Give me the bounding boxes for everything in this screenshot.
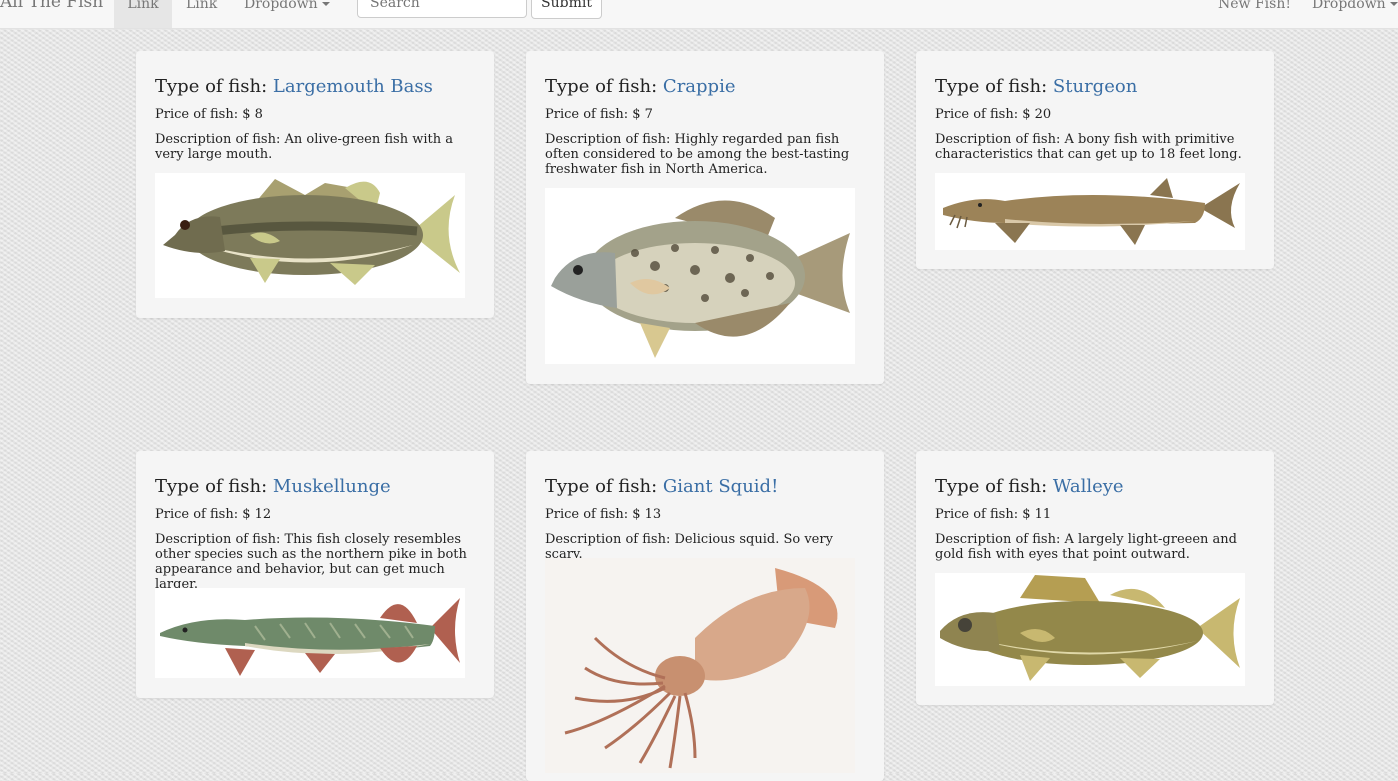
- nav-dropdown[interactable]: Dropdown: [244, 0, 330, 28]
- price-value: 8: [254, 107, 263, 122]
- fish-card: Type of fish: Largemouth Bass Price of f…: [136, 51, 494, 318]
- fish-name-link[interactable]: Muskellunge: [273, 476, 391, 497]
- fish-card: Type of fish: Walleye Price of fish: $ 1…: [916, 451, 1274, 705]
- fish-card: Type of fish: Crappie Price of fish: $ 7…: [526, 51, 884, 384]
- nav-dropdown-label: Dropdown: [244, 0, 318, 12]
- fish-description: Description of fish: A bony fish with pr…: [935, 132, 1255, 162]
- fish-description: Description of fish: This fish closely r…: [155, 532, 475, 592]
- fish-title: Type of fish: Muskellunge: [155, 476, 391, 497]
- fish-image: [545, 188, 855, 364]
- fish-price: Price of fish: $ 11: [935, 507, 1051, 522]
- fish-name-link[interactable]: Crappie: [663, 76, 736, 97]
- fish-name-link[interactable]: Giant Squid!: [663, 476, 778, 497]
- nav-link-2[interactable]: Link: [186, 0, 217, 28]
- crappie-illustration: [551, 200, 850, 358]
- right-dropdown[interactable]: Dropdown: [1312, 0, 1398, 28]
- fish-description: Description of fish: A largely light-gre…: [935, 532, 1255, 562]
- fish-image: [155, 173, 465, 298]
- squid-illustration: [564, 568, 838, 769]
- brand-link[interactable]: All The Fish: [0, 0, 103, 26]
- price-label: Price of fish: $: [935, 107, 1035, 122]
- largemouth-bass-illustration: [163, 179, 460, 285]
- type-label: Type of fish:: [935, 76, 1053, 97]
- fish-price: Price of fish: $ 12: [155, 507, 271, 522]
- fish-image: [155, 588, 465, 678]
- caret-down-icon: [321, 2, 330, 6]
- price-value: 12: [254, 507, 272, 522]
- sturgeon-illustration: [943, 178, 1240, 245]
- price-value: 7: [644, 107, 653, 122]
- price-label: Price of fish: $: [545, 107, 645, 122]
- fish-image: [935, 173, 1245, 250]
- price-value: 11: [1034, 507, 1052, 522]
- price-label: Price of fish: $: [155, 507, 255, 522]
- fish-image: [545, 558, 855, 773]
- navbar: All The Fish Link Link Dropdown Submit N…: [0, 0, 1398, 29]
- submit-button[interactable]: Submit: [531, 0, 602, 19]
- desc-label: Description of fish:: [155, 132, 285, 147]
- muskellunge-illustration: [160, 598, 460, 676]
- price-label: Price of fish: $: [545, 507, 645, 522]
- price-value: 13: [644, 507, 662, 522]
- price-label: Price of fish: $: [935, 507, 1035, 522]
- fish-price: Price of fish: $ 13: [545, 507, 661, 522]
- fish-description: Description of fish: An olive-green fish…: [155, 132, 475, 162]
- right-dropdown-label: Dropdown: [1312, 0, 1386, 12]
- desc-label: Description of fish:: [545, 132, 675, 147]
- fish-card: Type of fish: Sturgeon Price of fish: $ …: [916, 51, 1274, 269]
- fish-card: Type of fish: Muskellunge Price of fish:…: [136, 451, 494, 698]
- desc-label: Description of fish:: [935, 132, 1065, 147]
- fish-title: Type of fish: Crappie: [545, 76, 735, 97]
- fish-price: Price of fish: $ 7: [545, 107, 653, 122]
- fish-name-link[interactable]: Sturgeon: [1053, 76, 1137, 97]
- type-label: Type of fish:: [545, 76, 663, 97]
- fish-price: Price of fish: $ 20: [935, 107, 1051, 122]
- fish-title: Type of fish: Sturgeon: [935, 76, 1137, 97]
- fish-title: Type of fish: Largemouth Bass: [155, 76, 433, 97]
- fish-name-link[interactable]: Walleye: [1053, 476, 1124, 497]
- search-input[interactable]: [357, 0, 527, 18]
- desc-label: Description of fish:: [155, 532, 285, 547]
- fish-image: [935, 573, 1245, 686]
- price-value: 20: [1034, 107, 1052, 122]
- fish-description: Description of fish: Highly regarded pan…: [545, 132, 865, 177]
- type-label: Type of fish:: [935, 476, 1053, 497]
- fish-price: Price of fish: $ 8: [155, 107, 263, 122]
- walleye-illustration: [940, 575, 1240, 681]
- desc-label: Description of fish:: [935, 532, 1065, 547]
- new-fish-link[interactable]: New Fish!: [1218, 0, 1291, 28]
- fish-name-link[interactable]: Largemouth Bass: [273, 76, 433, 97]
- type-label: Type of fish:: [545, 476, 663, 497]
- desc-label: Description of fish:: [545, 532, 675, 547]
- nav-link-1[interactable]: Link: [114, 0, 172, 28]
- price-label: Price of fish: $: [155, 107, 255, 122]
- type-label: Type of fish:: [155, 76, 273, 97]
- type-label: Type of fish:: [155, 476, 273, 497]
- fish-title: Type of fish: Walleye: [935, 476, 1124, 497]
- fish-card: Type of fish: Giant Squid! Price of fish…: [526, 451, 884, 781]
- fish-title: Type of fish: Giant Squid!: [545, 476, 778, 497]
- caret-down-icon: [1389, 2, 1398, 6]
